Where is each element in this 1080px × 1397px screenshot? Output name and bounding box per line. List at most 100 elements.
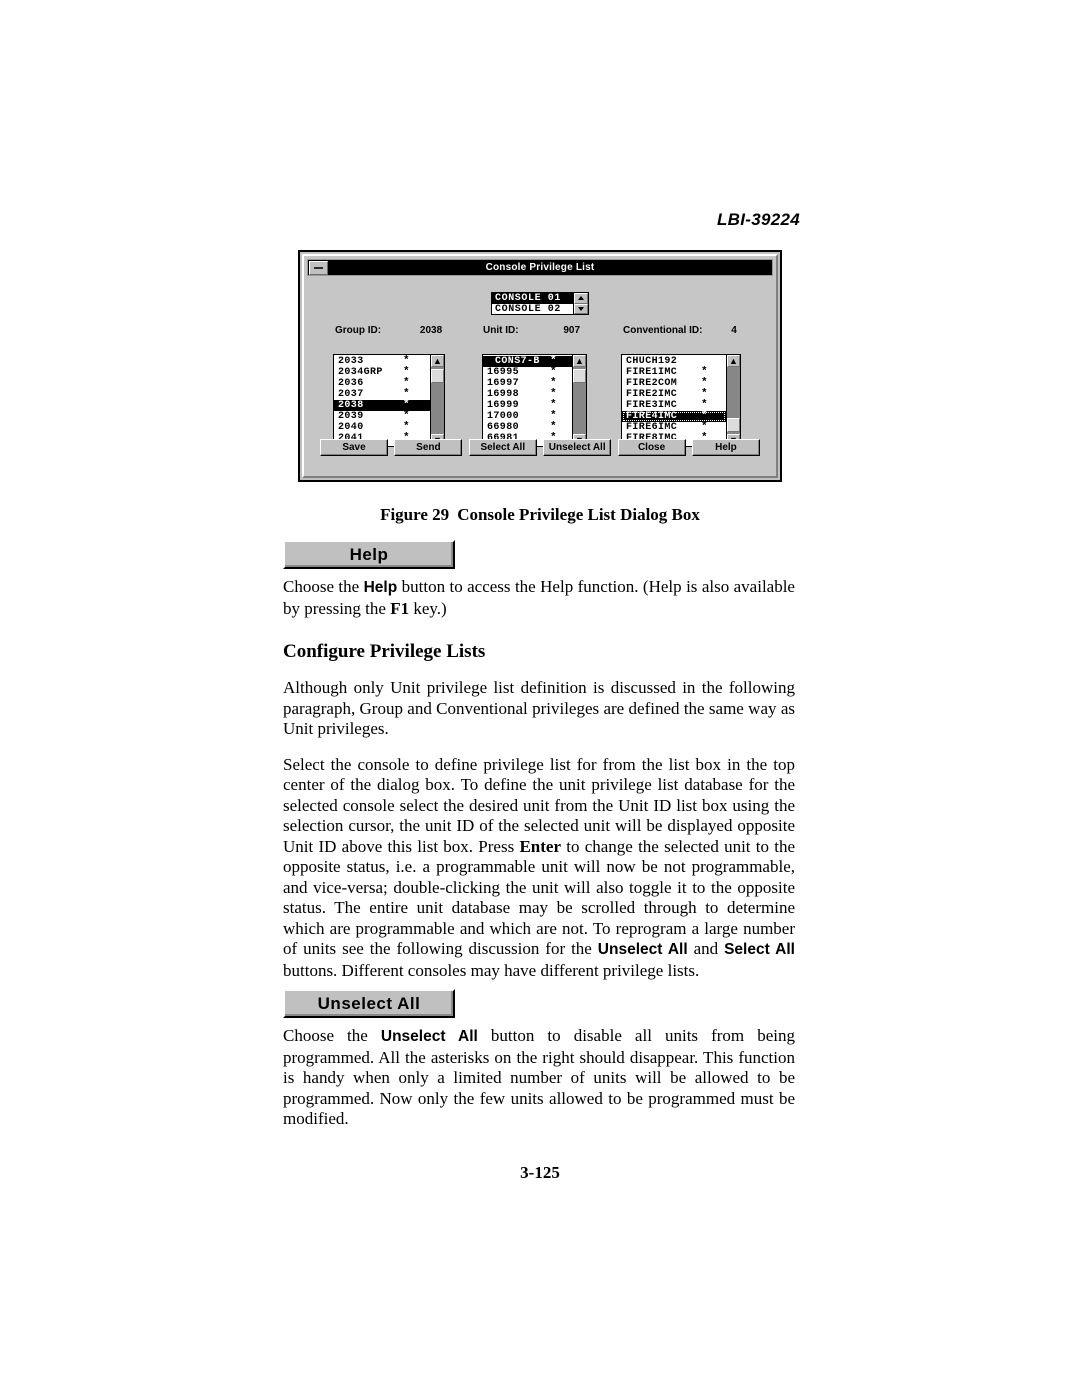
console-selector-next[interactable]: CONSOLE 02	[492, 304, 573, 314]
help-paragraph-part-c: key.)	[409, 598, 447, 618]
select-all-inline-bold: Select All	[724, 941, 795, 958]
unselect-all-callout-button[interactable]: Unselect All	[283, 989, 455, 1018]
unselect-all-button[interactable]: Unselect All	[543, 439, 612, 456]
group-id-scrollbar[interactable]: ▲ ▼	[430, 355, 444, 446]
list-item-label: 16998	[487, 389, 520, 400]
list-item[interactable]: CHUCH192	[622, 356, 726, 367]
spinner-up-button[interactable]	[574, 293, 588, 304]
scroll-track[interactable]	[727, 367, 740, 434]
spinner-down-button[interactable]	[574, 303, 588, 314]
list-item[interactable]: 2036 *	[334, 378, 430, 390]
console-selector[interactable]: CONSOLE 01 CONSOLE 02	[491, 292, 589, 315]
conventional-id-label: Conventional ID:	[623, 325, 703, 336]
figure-caption-text: Console Privilege List Dialog Box	[457, 505, 700, 524]
system-menu-icon[interactable]	[309, 261, 328, 275]
dialog-bevel: Console Privilege List CONSOLE 01 CONSOL…	[302, 254, 778, 478]
list-item-label: 2037	[338, 389, 364, 400]
arrow-up-icon: ▲	[729, 355, 738, 366]
figure-caption-number: Figure 29	[380, 505, 450, 524]
group-id-label: Group ID:	[335, 325, 382, 336]
list-item-label: FIRE2COM	[626, 378, 678, 389]
unit-id-listbox[interactable]: CONS7-B * 16995 * 16997 * 16998 * 16999 * 170…	[482, 354, 587, 447]
list-item[interactable]: FIRE6IMC *	[622, 422, 726, 434]
conventional-id-scrollbar[interactable]: ▲ ▼	[726, 355, 740, 446]
conventional-id-items[interactable]: CHUCH192 FIRE1IMC * FIRE2COM * FIRE2IMC * F…	[622, 355, 726, 446]
paragraph-2: Select the console to define privilege l…	[283, 755, 795, 982]
triangle-down-icon	[578, 306, 584, 311]
list-item-label: 16999	[487, 400, 520, 411]
help-paragraph-part-a: Choose the	[283, 577, 364, 596]
list-item[interactable]: 16999 *	[483, 400, 572, 412]
figure-caption: Figure 29 Console Privilege List Dialog B…	[0, 505, 1080, 525]
list-item[interactable]: 2034GRP *	[334, 367, 430, 379]
scroll-thumb[interactable]	[727, 418, 740, 432]
scroll-up-button[interactable]: ▲	[431, 355, 444, 367]
scroll-track[interactable]	[431, 367, 444, 434]
list-item-selected[interactable]: CONS7-B *	[483, 356, 572, 367]
section-heading: Configure Privilege Lists	[283, 641, 486, 662]
list-item-label: FIRE1IMC	[626, 367, 678, 378]
list-item[interactable]: 16995 *	[483, 367, 572, 379]
list-item[interactable]: 66980 *	[483, 422, 572, 434]
list-item-label: 2040	[338, 422, 364, 433]
save-button[interactable]: Save	[320, 439, 388, 456]
list-item-label: 16997	[487, 378, 520, 389]
list-item[interactable]: 2033 *	[334, 356, 430, 368]
scroll-thumb[interactable]	[573, 369, 586, 383]
help-inline-bold: Help	[363, 579, 398, 596]
select-all-button[interactable]: Select All	[468, 439, 537, 456]
list-item[interactable]: 16998 *	[483, 389, 572, 401]
list-item[interactable]: 2039 *	[334, 411, 430, 423]
figure-console-privilege-list: Console Privilege List CONSOLE 01 CONSOL…	[298, 250, 782, 482]
group-id-items[interactable]: 2033 * 2034GRP * 2036 * 2037 * 2038 * 2039 * 2…	[334, 355, 430, 446]
list-item[interactable]: FIRE3IMC *	[622, 400, 726, 412]
list-item-label: FIRE3IMC	[626, 400, 678, 411]
conventional-id-value: 4	[731, 325, 737, 336]
console-selector-selected[interactable]: CONSOLE 01	[492, 293, 573, 304]
help-button[interactable]: Help	[691, 439, 760, 456]
help-callout-button[interactable]: Help	[283, 540, 455, 569]
running-head: LBI-39224	[716, 210, 800, 229]
list-item[interactable]: 2040 *	[334, 422, 430, 434]
list-item-label: FIRE6IMC	[626, 422, 678, 433]
paragraph-2-part-c: and	[687, 939, 725, 958]
list-item[interactable]: 16997 *	[483, 378, 572, 390]
scroll-up-button[interactable]: ▲	[727, 355, 740, 367]
unit-id-value: 907	[563, 325, 581, 336]
paragraph-1: Although only Unit privilege list defini…	[283, 678, 795, 738]
unit-id-scrollbar[interactable]: ▲ ▼	[572, 355, 586, 446]
group-id-value: 2038	[419, 325, 443, 336]
console-selector-list[interactable]: CONSOLE 01 CONSOLE 02	[492, 293, 573, 314]
scroll-track[interactable]	[573, 367, 586, 434]
list-item-label: 2039	[338, 411, 364, 422]
list-item[interactable]: FIRE2IMC *	[622, 389, 726, 401]
list-item[interactable]: 2037 *	[334, 389, 430, 401]
list-item-label: 2033	[338, 356, 364, 367]
list-item-label: CONS7-B	[495, 356, 540, 367]
unselect-all-inline-bold: Unselect All	[597, 941, 688, 958]
arrow-up-icon: ▲	[433, 355, 442, 366]
scroll-thumb[interactable]	[431, 369, 444, 383]
scroll-up-button[interactable]: ▲	[573, 355, 586, 367]
list-item-label: 16995	[487, 367, 520, 378]
list-item-label: 17000	[487, 411, 520, 422]
dialog-body: CONSOLE 01 CONSOLE 02 Group ID: 2038 Uni…	[307, 276, 773, 472]
dialog-titlebar: Console Privilege List	[307, 259, 773, 276]
send-button[interactable]: Send	[394, 439, 463, 456]
dialog-button-row: Save Send Select All Unselect All Close …	[320, 439, 760, 456]
triangle-up-icon	[578, 296, 584, 301]
paragraph-3: Choose the Unselect All button to disabl…	[283, 1026, 795, 1130]
list-item-label: FIRE4IMC	[626, 411, 678, 422]
list-item-selected[interactable]: FIRE4IMC *	[622, 411, 726, 422]
list-item[interactable]: 17000 *	[483, 411, 572, 423]
console-selector-spinner[interactable]	[573, 293, 588, 314]
list-item[interactable]: FIRE1IMC *	[622, 367, 726, 379]
conventional-id-listbox[interactable]: CHUCH192 FIRE1IMC * FIRE2COM * FIRE2IMC * F…	[621, 354, 741, 447]
help-paragraph: Choose the Help button to access the Hel…	[283, 577, 795, 619]
close-button[interactable]: Close	[617, 439, 686, 456]
group-id-listbox[interactable]: 2033 * 2034GRP * 2036 * 2037 * 2038 * 2039 * 2…	[333, 354, 445, 447]
list-item-selected[interactable]: 2038 *	[334, 400, 430, 411]
unit-id-listbox-wrap: CONS7-B * 16995 * 16997 * 16998 * 16999 * 170…	[482, 354, 587, 447]
unit-id-items[interactable]: CONS7-B * 16995 * 16997 * 16998 * 16999 * 170…	[483, 355, 572, 446]
list-item[interactable]: FIRE2COM *	[622, 378, 726, 390]
